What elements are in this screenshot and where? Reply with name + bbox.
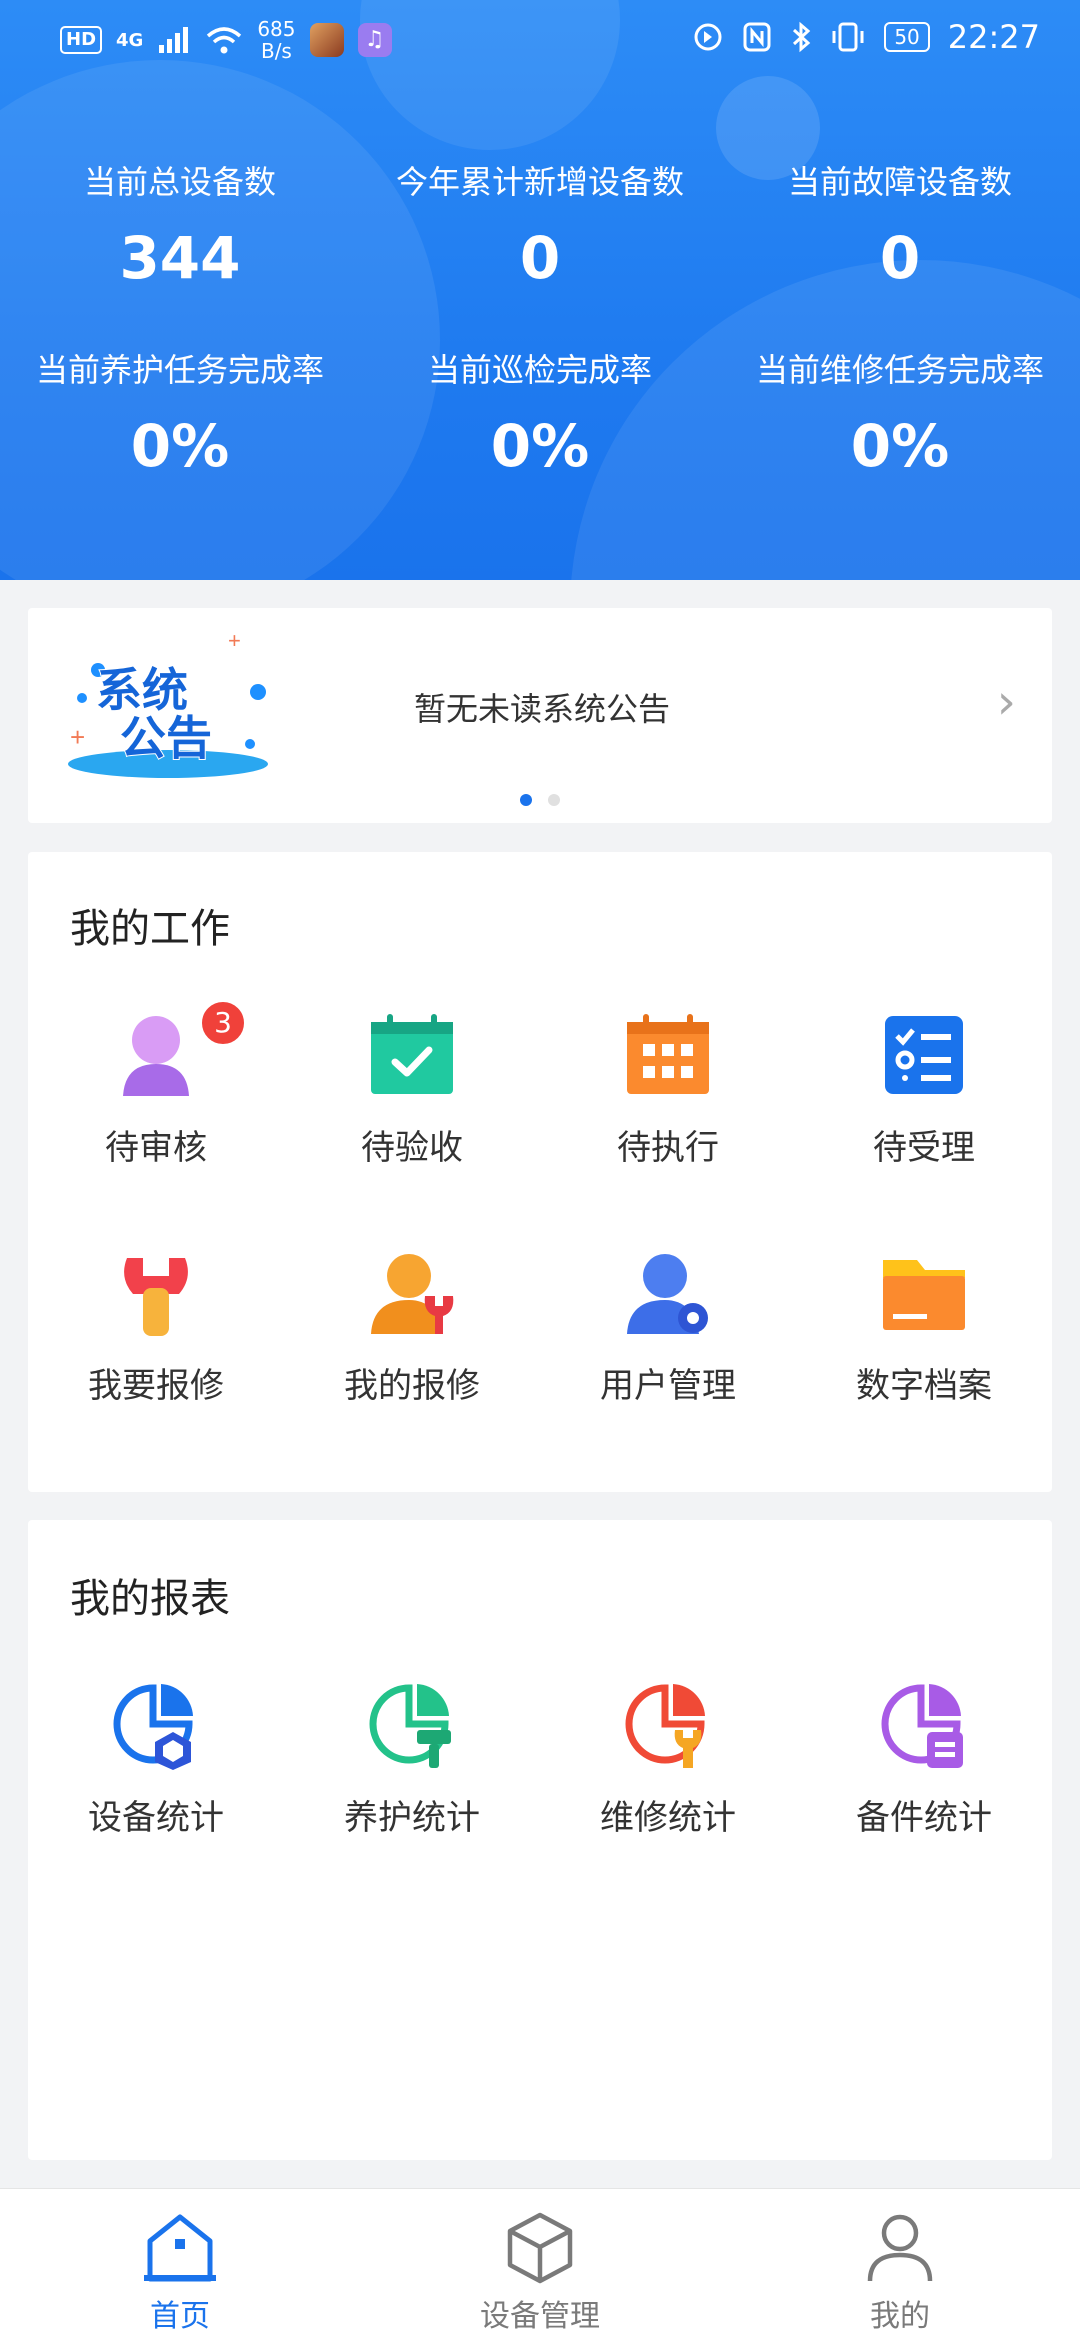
chevron-right-icon[interactable]: ›	[997, 674, 1016, 730]
pie-wrench-icon	[625, 1684, 705, 1768]
system-notice-banner[interactable]: + + 系统 公告 暂无未读系统公告 ›	[28, 608, 1052, 823]
tile-pending-acceptance-handling[interactable]: 待受理	[796, 1010, 1052, 1248]
checklist-icon	[885, 1016, 963, 1094]
folder-icon	[883, 1260, 965, 1330]
system-notice-logo-line2: 公告	[120, 711, 212, 765]
signal-icon	[159, 27, 189, 53]
stat-label: 今年累计新增设备数	[395, 163, 684, 201]
nav-label: 设备管理	[480, 2299, 600, 2334]
carousel-dot[interactable]	[548, 794, 560, 806]
wrench-icon	[124, 1258, 188, 1336]
stat-faulty-devices[interactable]: 当前故障设备数 0	[720, 160, 1080, 290]
carousel-dot-active[interactable]	[520, 794, 532, 806]
calendar-check-icon	[371, 1014, 453, 1094]
net-speed-unit: B/s	[260, 39, 292, 63]
badge-count: 3	[200, 1000, 246, 1046]
nav-home[interactable]: 首页	[0, 2189, 360, 2341]
data-saver-icon	[694, 23, 722, 51]
tile-digital-archive[interactable]: 数字档案	[796, 1248, 1052, 1486]
cube-icon	[507, 2212, 573, 2284]
nav-label: 首页	[150, 2299, 210, 2334]
tile-pending-acceptance[interactable]: 待验收	[284, 1010, 540, 1248]
stat-label: 当前养护任务完成率	[35, 351, 324, 389]
tile-label: 待受理	[873, 1128, 975, 1168]
tile-repair-statistics[interactable]: 维修统计	[540, 1680, 796, 1918]
pie-brush-icon	[369, 1684, 451, 1768]
game-app-icon	[309, 23, 344, 57]
tile-label: 备件统计	[856, 1798, 992, 1838]
stat-inspection-rate[interactable]: 当前巡检完成率 0%	[360, 348, 720, 478]
tile-label: 我要报修	[88, 1366, 224, 1406]
stat-new-devices[interactable]: 今年累计新增设备数 0	[360, 160, 720, 290]
stat-value: 0%	[850, 412, 950, 480]
user-gear-icon	[627, 1254, 708, 1334]
tile-spare-parts-statistics[interactable]: 备件统计	[796, 1680, 1052, 1918]
profile-icon	[867, 2214, 933, 2282]
tile-my-repairs[interactable]: 我的报修	[284, 1248, 540, 1486]
tile-pending-execution[interactable]: 待执行	[540, 1010, 796, 1248]
bluetooth-icon	[793, 21, 811, 53]
nfc-icon	[743, 22, 771, 52]
status-bar: HD 4G 685 B/s ♫ 50 22:27	[0, 0, 1080, 80]
stat-value: 0	[879, 224, 921, 292]
tile-label: 我的报修	[344, 1366, 480, 1406]
my-reports-card: 我的报表 设备统计 养护统计 维修统计 备件统计	[28, 1520, 1052, 2160]
hd-indicator: HD	[60, 26, 103, 54]
stat-value: 344	[119, 224, 241, 292]
reviewer-icon	[123, 1016, 189, 1096]
svg-text:+: +	[228, 628, 241, 653]
home-icon	[144, 2214, 216, 2282]
calendar-grid-icon	[627, 1014, 709, 1094]
nav-label: 我的	[870, 2299, 930, 2334]
pie-cube-icon	[113, 1684, 193, 1770]
system-notice-logo-line1: 系统	[96, 663, 188, 717]
my-work-card: 我的工作 3 待审核 待验收 待执行 待受理 我要报修 我的报修 用户管理 数字…	[28, 852, 1052, 1492]
notice-message: 暂无未读系统公告	[414, 690, 671, 728]
stat-repair-rate[interactable]: 当前维修任务完成率 0%	[720, 348, 1080, 478]
nav-device-management[interactable]: 设备管理	[360, 2189, 720, 2341]
stat-maintenance-rate[interactable]: 当前养护任务完成率 0%	[0, 348, 360, 478]
tile-label: 设备统计	[88, 1798, 224, 1838]
tile-device-statistics[interactable]: 设备统计	[28, 1680, 284, 1918]
vibrate-icon	[832, 22, 864, 52]
stats-panel: 当前总设备数 344 今年累计新增设备数 0 当前故障设备数 0 当前养护任务完…	[0, 160, 1080, 536]
stat-label: 当前总设备数	[83, 163, 276, 201]
system-notice-logo: + + 系统 公告	[68, 628, 268, 778]
stat-label: 当前维修任务完成率	[755, 351, 1044, 389]
wifi-icon	[207, 27, 242, 54]
stats-header: HD 4G 685 B/s ♫ 50 22:27 当前总设备数 344 今年累计…	[0, 0, 1080, 580]
net-speed-value: 685	[257, 17, 296, 41]
pie-spare-icon	[881, 1684, 963, 1768]
tile-label: 用户管理	[600, 1366, 736, 1406]
tile-pending-review[interactable]: 3 待审核	[28, 1000, 284, 1248]
svg-text:+: +	[70, 722, 85, 752]
stat-value: 0%	[130, 412, 230, 480]
user-wrench-icon	[371, 1254, 454, 1334]
tile-label: 待执行	[617, 1128, 719, 1168]
stat-label: 当前巡检完成率	[427, 351, 652, 389]
clock: 22:27	[947, 18, 1040, 56]
tile-label: 待审核	[105, 1128, 207, 1168]
tile-maintenance-statistics[interactable]: 养护统计	[284, 1680, 540, 1918]
stat-value: 0%	[490, 412, 590, 480]
network-type: 4G	[116, 29, 144, 51]
carousel-dots	[520, 794, 560, 806]
music-app-icon: ♫	[357, 23, 392, 57]
stat-value: 0	[519, 224, 561, 292]
stat-label: 当前故障设备数	[787, 163, 1012, 201]
my-work-title: 我的工作	[70, 906, 230, 952]
tile-report-repair[interactable]: 我要报修	[28, 1248, 284, 1486]
net-speed: 685 B/s	[257, 18, 295, 62]
stat-total-devices[interactable]: 当前总设备数 344	[0, 160, 360, 290]
nav-profile[interactable]: 我的	[720, 2189, 1080, 2341]
bottom-nav: 首页 设备管理 我的	[0, 2188, 1080, 2341]
tile-label: 维修统计	[600, 1798, 736, 1838]
tile-label: 待验收	[361, 1128, 463, 1168]
tile-label: 数字档案	[856, 1366, 992, 1406]
battery-indicator: 50	[884, 22, 930, 52]
tile-user-management[interactable]: 用户管理	[540, 1248, 796, 1486]
tile-label: 养护统计	[344, 1798, 480, 1838]
my-reports-title: 我的报表	[70, 1576, 230, 1622]
